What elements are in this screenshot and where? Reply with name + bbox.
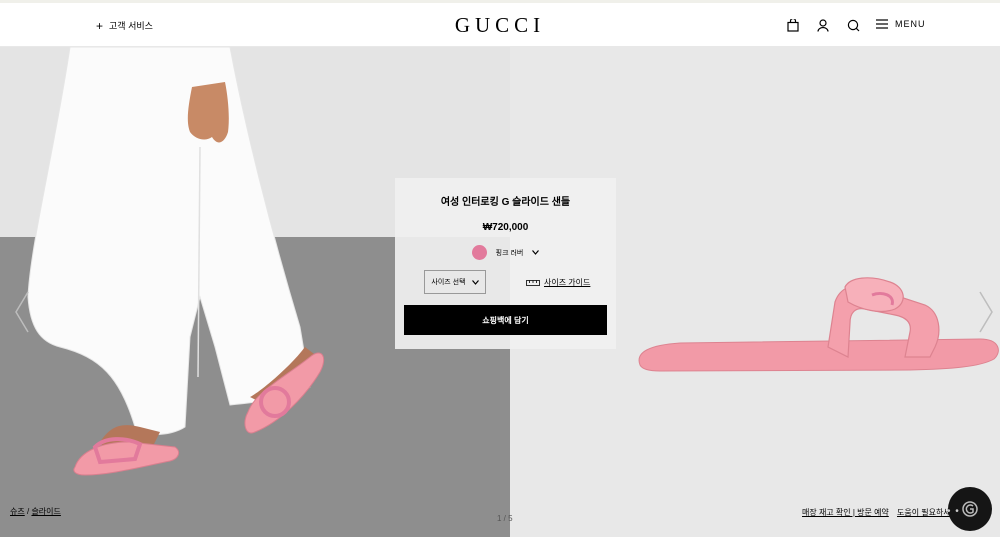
size-guide-label: 사이즈 가이드	[544, 278, 591, 287]
product-name: 여성 인터로킹 G 슬라이드 샌들	[440, 197, 571, 208]
size-guide-link[interactable]: 사이즈 가이드	[526, 277, 590, 288]
chevron-down-icon	[471, 279, 479, 285]
size-select[interactable]: 사이즈 선택	[424, 270, 486, 294]
chat-button[interactable]: • •	[947, 487, 992, 531]
hamburger-icon	[876, 19, 888, 29]
search-icon[interactable]	[845, 17, 861, 33]
add-to-bag-button[interactable]: 쇼핑백에 담기	[404, 305, 607, 335]
color-selector[interactable]: 핑크 러버	[395, 245, 616, 260]
product-info-panel: 여성 인터로킹 G 슬라이드 샌들 ₩720,000 핑크 러버 사이즈 선택 …	[395, 178, 616, 349]
breadcrumb-shoes[interactable]: 슈즈	[10, 507, 25, 516]
menu-button[interactable]: MENU	[876, 19, 926, 29]
breadcrumb-separator: /	[26, 507, 30, 516]
ruler-icon	[526, 279, 540, 286]
size-select-label: 사이즈 선택	[431, 279, 466, 286]
user-icon[interactable]	[815, 17, 831, 33]
next-arrow-icon[interactable]	[976, 290, 996, 334]
color-name: 핑크 러버	[495, 249, 524, 257]
store-stock-link[interactable]: 매장 재고 확인 | 방문 예약	[802, 507, 889, 518]
product-price: ₩720,000	[482, 222, 529, 233]
chat-dots-icon: • •	[947, 506, 960, 517]
menu-label: MENU	[895, 19, 926, 29]
site-header: + 고객 서비스 GUCCI MENU	[0, 0, 1000, 47]
image-pager: 1 / 5	[497, 514, 513, 523]
previous-arrow-icon[interactable]	[12, 290, 32, 334]
color-swatch	[471, 245, 487, 260]
shopping-bag-icon[interactable]	[785, 17, 801, 33]
chevron-down-icon	[532, 250, 540, 255]
breadcrumb: 슈즈 / 슬라이드	[10, 506, 61, 517]
breadcrumb-slides[interactable]: 슬라이드	[31, 507, 60, 516]
gucci-gg-icon	[962, 501, 978, 517]
